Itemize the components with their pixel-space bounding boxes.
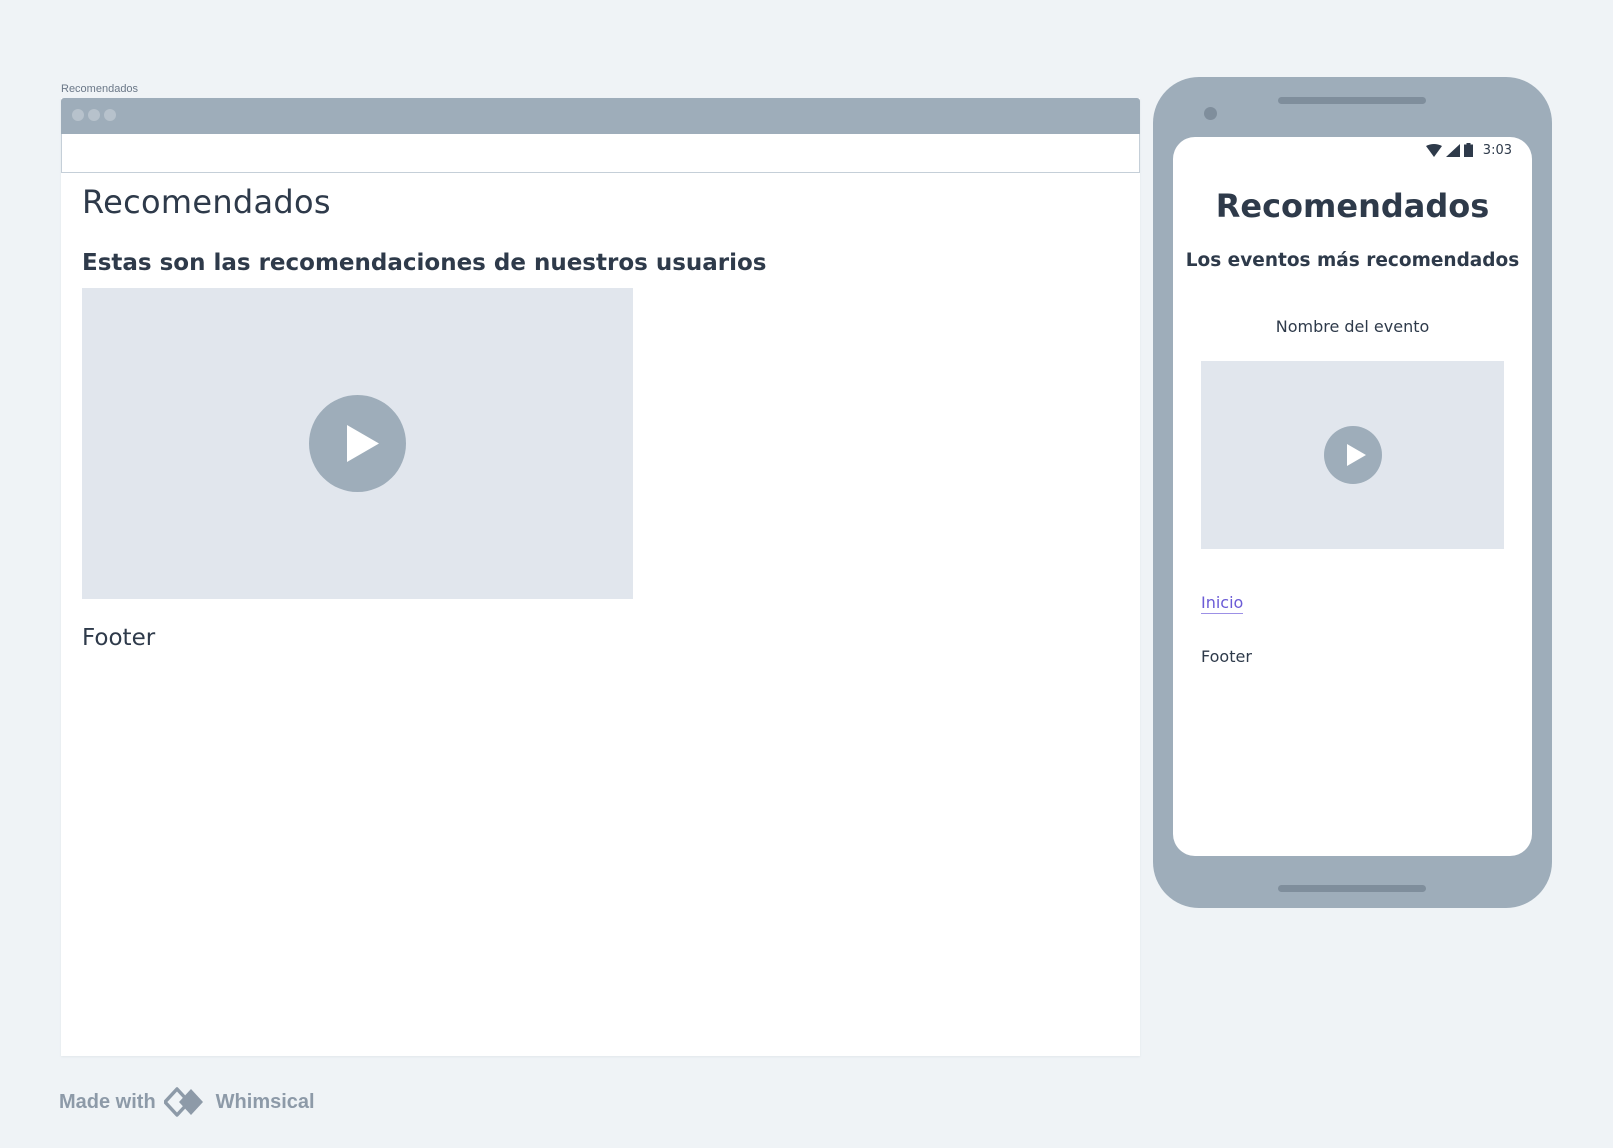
play-icon[interactable] — [1324, 426, 1382, 484]
made-with-whimsical-watermark[interactable]: Made with Whimsical — [59, 1087, 315, 1117]
home-link[interactable]: Inicio — [1201, 593, 1244, 614]
mobile-footer: Footer — [1201, 647, 1252, 666]
browser-titlebar — [61, 98, 1140, 134]
mobile-page-subtitle: Los eventos más recomendados — [1185, 250, 1520, 271]
home-indicator — [1278, 885, 1426, 892]
page-subtitle: Estas son las recomendaciones de nuestro… — [82, 250, 767, 276]
browser-address-bar[interactable] — [61, 134, 1140, 173]
desktop-browser-frame: Recomendados Estas son las recomendacion… — [61, 98, 1140, 1056]
play-icon[interactable] — [309, 395, 406, 492]
window-dot-icon[interactable] — [88, 109, 100, 121]
window-dot-icon[interactable] — [104, 109, 116, 121]
video-player[interactable] — [82, 288, 633, 599]
mobile-page-title: Recomendados — [1215, 187, 1490, 225]
camera-icon — [1204, 107, 1217, 120]
page-title: Recomendados — [82, 183, 331, 221]
phone-screen: 3:03 Recomendados Los eventos más recome… — [1173, 137, 1532, 856]
whimsical-logo-icon — [163, 1087, 203, 1117]
battery-icon — [1463, 143, 1473, 157]
signal-icon — [1445, 143, 1460, 157]
frame-label: Recomendados — [61, 83, 139, 95]
footer: Footer — [82, 625, 156, 651]
status-bar: 3:03 — [1425, 140, 1512, 160]
window-dot-icon[interactable] — [72, 109, 84, 121]
mobile-video-player[interactable] — [1201, 361, 1504, 549]
wifi-icon — [1425, 143, 1442, 157]
status-time: 3:03 — [1482, 142, 1512, 158]
phone-speaker — [1278, 97, 1426, 104]
made-with-label: Made with — [59, 1090, 156, 1113]
whimsical-brand-label: Whimsical — [215, 1090, 315, 1113]
mobile-phone-frame: 3:03 Recomendados Los eventos más recome… — [1153, 77, 1552, 908]
event-name: Nombre del evento — [1275, 317, 1430, 336]
